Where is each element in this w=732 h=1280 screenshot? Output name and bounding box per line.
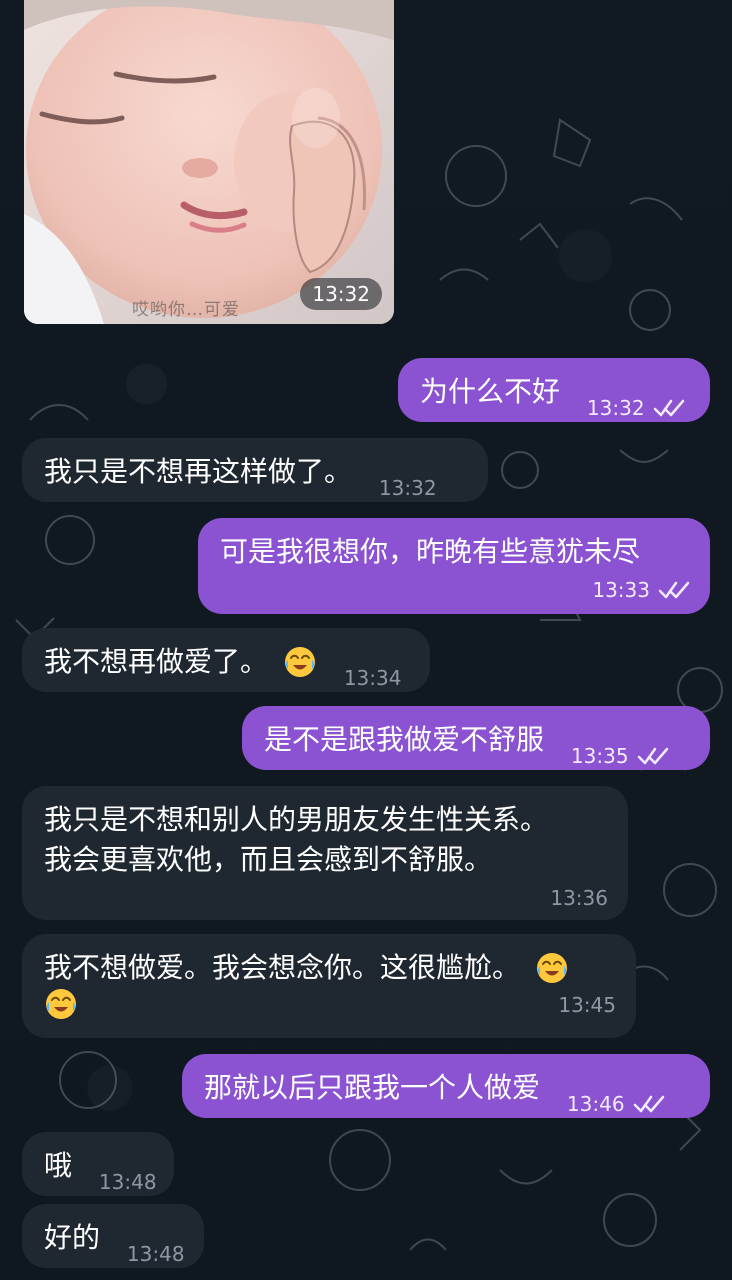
- incoming-message-bubble[interactable]: 我不想再做爱了。 13:34: [22, 628, 430, 692]
- outgoing-message-bubble[interactable]: 为什么不好 13:32: [398, 358, 710, 422]
- message-text: 可是我很想你，昨晚有些意犹未尽: [220, 535, 641, 568]
- message-meta: 13:33: [220, 578, 690, 602]
- message-time: 13:48: [126, 1242, 185, 1266]
- message-time: 13:35: [570, 744, 629, 768]
- message-time: 13:32: [586, 396, 645, 420]
- message-time: 13:33: [592, 578, 650, 602]
- message-time: 13:36: [550, 886, 608, 910]
- incoming-message-bubble[interactable]: 我只是不想和别人的男朋友发生性关系。 我会更喜欢他，而且会感到不舒服。 13:3…: [22, 786, 628, 920]
- message-time: 13:46: [566, 1092, 625, 1116]
- outgoing-message-bubble[interactable]: 是不是跟我做爱不舒服 13:35: [242, 706, 710, 770]
- chat-screen: 哎哟你…可爱 13:32 为什么不好 13:32 我只是不想再这样做了。 13:…: [0, 0, 732, 1280]
- face-with-tears-of-joy-icon: [46, 989, 76, 1019]
- message-line-1: 我只是不想和别人的男朋友发生性关系。: [44, 803, 549, 836]
- incoming-message-bubble[interactable]: 好的 13:48: [22, 1204, 204, 1268]
- message-text: 我不想做爱。我会想念你。这很尴尬。: [44, 951, 521, 984]
- double-check-icon: [637, 747, 668, 765]
- message-text: 哦: [44, 1149, 73, 1182]
- message-meta: 13:32: [379, 476, 437, 500]
- message-meta: 13:48: [99, 1170, 157, 1194]
- message-meta: 13:35: [571, 744, 669, 768]
- incoming-message-bubble[interactable]: 我不想做爱。我会想念你。这很尴尬。 13:45: [22, 934, 636, 1038]
- double-check-icon: [653, 399, 684, 417]
- face-with-tears-of-joy-icon: [284, 647, 315, 677]
- message-meta: 13:36: [44, 886, 608, 910]
- image-message[interactable]: 哎哟你…可爱 13:32: [24, 0, 394, 324]
- message-text: 我不想再做爱了。: [44, 645, 269, 678]
- double-check-icon: [633, 1095, 664, 1113]
- photo-watermark-text: 哎哟你…可爱: [132, 300, 240, 320]
- incoming-message-bubble[interactable]: 哦 13:48: [22, 1132, 174, 1196]
- message-text: 我只是不想再这样做了。: [44, 455, 353, 488]
- outgoing-message-bubble[interactable]: 可是我很想你，昨晚有些意犹未尽 13:33: [198, 518, 710, 614]
- message-text: 好的: [44, 1221, 101, 1254]
- photo-child-face: [24, 0, 394, 324]
- message-time: 13:34: [343, 666, 402, 690]
- message-meta: 13:48: [127, 1242, 185, 1266]
- double-check-icon: [658, 581, 690, 599]
- incoming-message-bubble[interactable]: 我只是不想再这样做了。 13:32: [22, 438, 488, 502]
- face-with-tears-of-joy-icon: [536, 953, 567, 983]
- message-bottom-row: 13:45: [44, 988, 616, 1022]
- message-time: 13:48: [98, 1170, 157, 1194]
- photo-timestamp: 13:32: [300, 278, 382, 310]
- message-time: 13:45: [558, 993, 616, 1017]
- outgoing-message-bubble[interactable]: 那就以后只跟我一个人做爱 13:46: [182, 1054, 710, 1118]
- message-meta: 13:46: [567, 1092, 665, 1116]
- message-text: 那就以后只跟我一个人做爱: [204, 1071, 541, 1104]
- message-meta: 13:34: [344, 666, 402, 690]
- message-meta: 13:32: [587, 396, 685, 420]
- message-text: 是不是跟我做爱不舒服: [264, 723, 545, 756]
- message-text: 为什么不好: [420, 375, 561, 408]
- message-line-2: 我会更喜欢他，而且会感到不舒服。: [44, 843, 493, 876]
- message-time: 13:32: [378, 476, 437, 500]
